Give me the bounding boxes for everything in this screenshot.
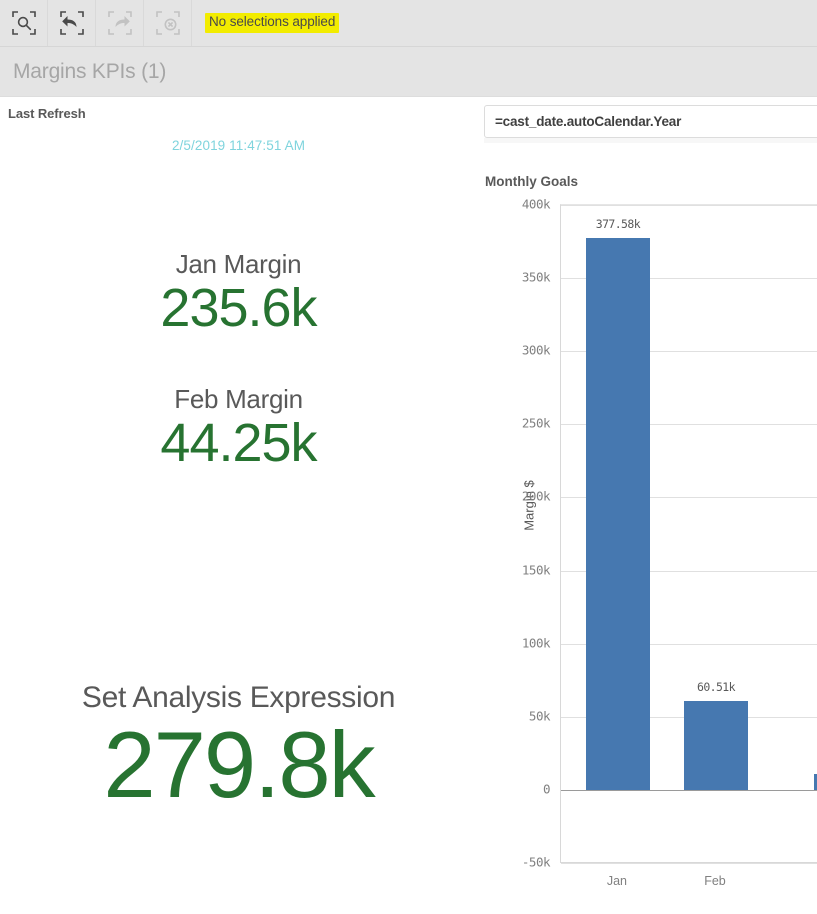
chart-y-tick-label: 400k	[521, 196, 551, 212]
kpi-set-analysis-label: Set Analysis Expression	[81, 681, 396, 714]
clear-selections-button[interactable]	[144, 0, 192, 46]
chart-y-tick-label: 50k	[528, 708, 551, 724]
sheet-canvas: Last Refresh 2/5/2019 11:47:51 AM Jan Ma…	[0, 98, 817, 914]
kpi-column: Last Refresh 2/5/2019 11:47:51 AM Jan Ma…	[0, 98, 477, 914]
filter-pane-underline	[484, 138, 817, 143]
filter-pane-expression-text: =cast_date.autoCalendar.Year	[495, 114, 682, 129]
monthly-goals-bar-chart[interactable]: Margin $ 400k 350k 300k 250k 200k 150k 100k 50k…	[477, 196, 817, 914]
chart-x-tick-label: Feb	[704, 874, 726, 888]
chart-y-tick-label: 100k	[521, 635, 551, 651]
last-refresh-title: Last Refresh	[8, 106, 86, 121]
kpi-set-analysis-expression[interactable]: Set Analysis Expression 279.8k	[0, 681, 477, 814]
chart-bar[interactable]	[585, 237, 651, 790]
chart-y-axis-ticks: 400k 350k 300k 250k 200k 150k 100k 50k 0 -50k	[477, 196, 551, 914]
step-back-button[interactable]	[48, 0, 96, 46]
qlik-sense-app: No selections applied Margins KPIs (1) L…	[0, 0, 817, 914]
step-back-icon	[60, 11, 84, 35]
sheet-header: Margins KPIs (1)	[0, 47, 817, 97]
chart-bar-value-label: 377.58k	[595, 216, 641, 231]
chart-plot-area: 377.58k 60.51k	[560, 204, 817, 864]
chart-x-axis-line	[560, 862, 817, 863]
kpi-jan-margin[interactable]: Jan Margin 235.6k	[0, 249, 477, 338]
chart-y-tick-label: 150k	[521, 562, 551, 578]
kpi-feb-margin-value: 44.25k	[160, 412, 317, 473]
kpi-feb-margin[interactable]: Feb Margin 44.25k	[0, 384, 477, 473]
kpi-jan-margin-value: 235.6k	[160, 277, 317, 338]
selection-status-text: No selections applied	[205, 13, 340, 33]
step-forward-icon	[108, 11, 132, 35]
step-forward-button[interactable]	[96, 0, 144, 46]
clear-selections-icon	[156, 11, 180, 35]
chart-y-tick-label: 200k	[521, 488, 551, 504]
chart-y-tick-label: -50k	[521, 854, 551, 870]
chart-bar-value-label: 60.51k	[697, 680, 736, 695]
kpi-jan-margin-label: Jan Margin	[175, 249, 302, 279]
chart-y-tick-label: 250k	[521, 415, 551, 431]
filter-pane-expression-field[interactable]: =cast_date.autoCalendar.Year	[484, 105, 817, 138]
chart-y-tick-label: 350k	[521, 269, 551, 285]
chart-bar[interactable]	[683, 701, 749, 790]
chart-column: =cast_date.autoCalendar.Year Monthly Goa…	[477, 98, 817, 914]
chart-gridline	[561, 863, 817, 864]
kpi-set-analysis-value: 279.8k	[103, 711, 375, 817]
chart-gridline	[561, 205, 817, 206]
kpi-feb-margin-label: Feb Margin	[174, 384, 303, 414]
selections-toolbar: No selections applied	[0, 0, 817, 47]
selection-search-icon	[12, 11, 36, 35]
chart-zero-line	[561, 789, 817, 791]
chart-y-tick-label: 300k	[521, 342, 551, 358]
sheet-title: Margins KPIs (1)	[13, 59, 167, 83]
chart-y-tick-label: 0	[542, 781, 551, 797]
chart-x-tick-label: Jan	[606, 874, 627, 888]
last-refresh-value: 2/5/2019 11:47:51 AM	[171, 138, 306, 153]
selection-search-button[interactable]	[0, 0, 48, 46]
chart-title: Monthly Goals	[485, 174, 579, 189]
